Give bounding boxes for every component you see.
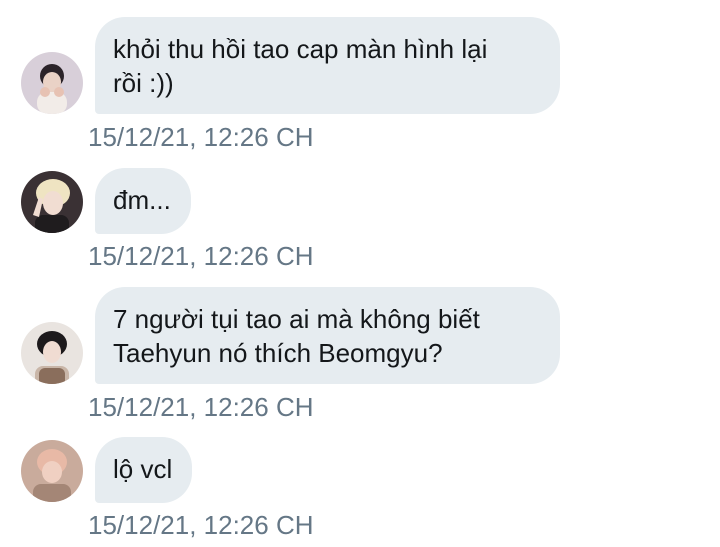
message-bubble: đm... xyxy=(95,168,191,234)
user-avatar[interactable] xyxy=(21,52,83,114)
user-avatar[interactable] xyxy=(21,322,83,384)
avatar-image xyxy=(21,52,83,114)
message-timestamp: 15/12/21, 12:26 CH xyxy=(88,122,314,152)
message-bubble: lộ vcl xyxy=(95,437,192,503)
avatar-image xyxy=(21,171,83,233)
message-timestamp: 15/12/21, 12:26 CH xyxy=(88,510,314,540)
message-bubble: 7 người tụi tao ai mà không biết Taehyun… xyxy=(95,287,560,384)
message: khỏi thu hồi tao cap màn hình lại rồi :)… xyxy=(0,0,720,160)
avatar-image xyxy=(21,322,83,384)
message-timestamp: 15/12/21, 12:26 CH xyxy=(88,392,314,422)
message-timestamp: 15/12/21, 12:26 CH xyxy=(88,241,314,271)
user-avatar[interactable] xyxy=(21,440,83,502)
message-bubble: khỏi thu hồi tao cap màn hình lại rồi :)… xyxy=(95,17,560,114)
avatar-image xyxy=(21,440,83,502)
user-avatar[interactable] xyxy=(21,171,83,233)
